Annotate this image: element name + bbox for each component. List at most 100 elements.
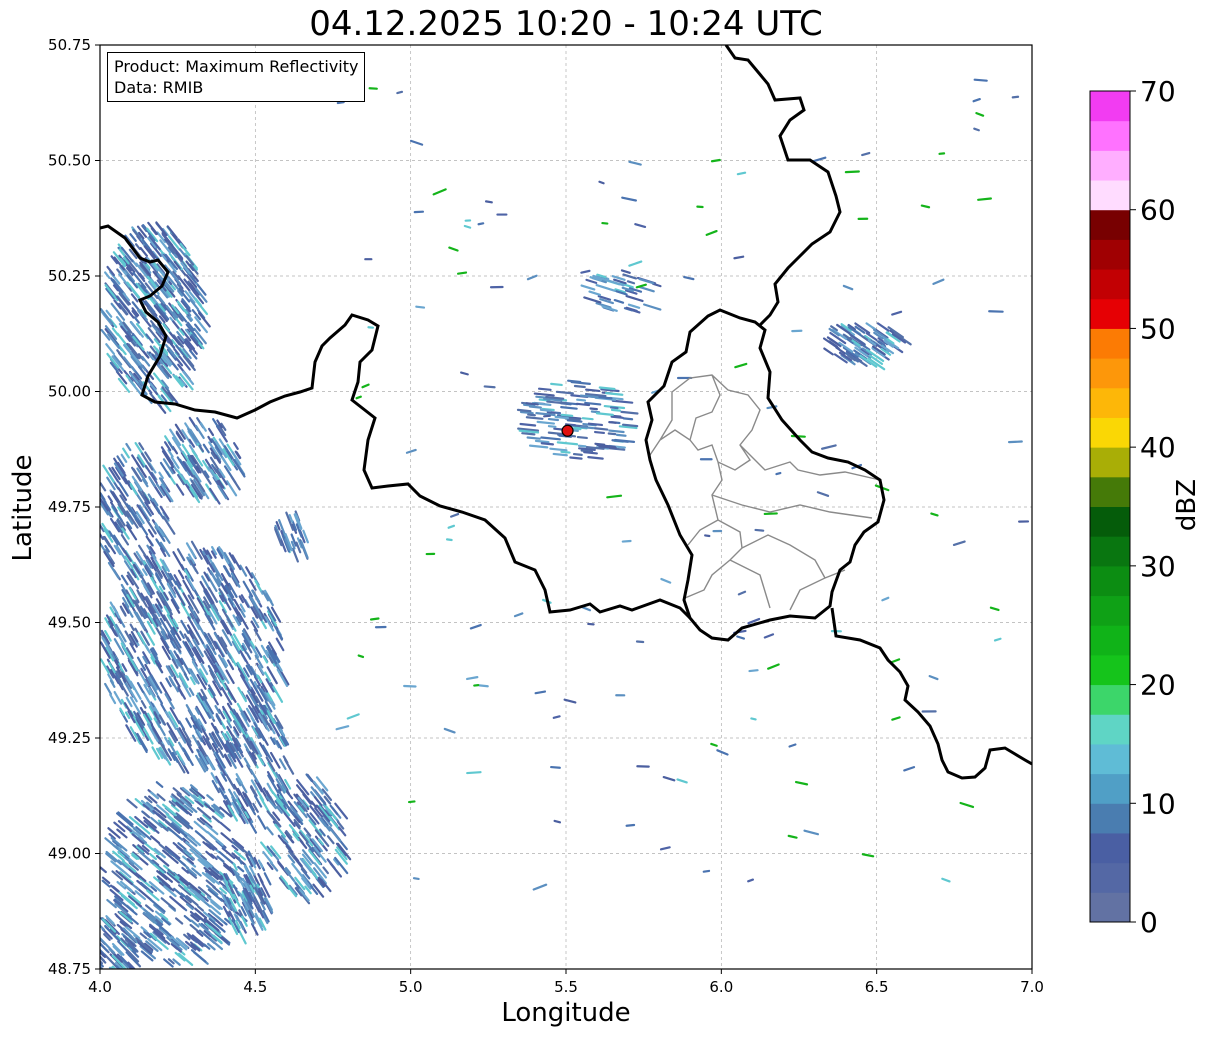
echo-streak xyxy=(114,978,127,992)
echo-streak xyxy=(540,442,555,446)
echo-streak xyxy=(775,471,782,476)
echo-streak xyxy=(577,444,587,448)
echo-streak xyxy=(477,222,485,226)
echo-streak xyxy=(583,451,598,455)
echo-streak xyxy=(754,528,765,532)
echo-streak xyxy=(593,427,609,431)
colorbar-segment xyxy=(1090,536,1130,567)
echo-streak xyxy=(594,430,606,435)
colorbar-tick-label: 50 xyxy=(1140,312,1176,345)
echo-streak xyxy=(560,406,578,410)
echo-streak xyxy=(457,271,468,275)
y-tick-label: 50.50 xyxy=(48,152,91,170)
echo-streak xyxy=(527,413,536,417)
echo-streak xyxy=(576,435,588,440)
echo-streak xyxy=(625,823,636,827)
echo-streak xyxy=(608,429,625,434)
echo-streak xyxy=(117,966,121,969)
echo-streak xyxy=(516,408,532,413)
colorbar-tick-label: 30 xyxy=(1140,550,1176,583)
x-tick-label: 5.5 xyxy=(554,978,578,996)
echo-streak xyxy=(539,408,552,412)
echo-streak xyxy=(580,425,595,430)
x-axis: 4.0 4.5 5.0 5.5 6.0 6.5 7.0 xyxy=(88,969,1044,996)
echo-streak xyxy=(590,410,601,414)
echo-streak xyxy=(573,384,586,389)
echo-streak xyxy=(587,456,604,460)
echo-streak xyxy=(733,255,745,260)
echo-streak xyxy=(598,386,616,391)
echo-streak xyxy=(615,433,627,437)
colorbar-tick-label: 70 xyxy=(1140,75,1176,108)
echo-streak xyxy=(550,382,563,387)
y-tick-label: 49.75 xyxy=(48,498,91,516)
data-source-label: Data: RMIB xyxy=(114,78,204,97)
colorbar-segment xyxy=(1090,417,1130,448)
echo-streak xyxy=(552,452,568,457)
echo-streak xyxy=(528,405,542,409)
echo-streak xyxy=(119,972,125,978)
echo-streak xyxy=(973,127,980,132)
echo-streak xyxy=(553,819,562,824)
echo-streak xyxy=(478,684,489,688)
y-tick-label: 48.75 xyxy=(48,960,91,978)
echo-streak xyxy=(622,423,639,428)
echo-streak xyxy=(552,715,561,719)
echo-streak xyxy=(415,305,426,309)
radar-figure: 04.12.2025 10:20 - 10:24 UTC 4.0 4.5 5.0 5.… xyxy=(0,0,1219,1040)
colorbar-segment xyxy=(1090,565,1130,597)
colorbar-segment xyxy=(1090,91,1130,122)
echo-streak xyxy=(704,534,711,538)
colorbar-segment xyxy=(1090,803,1130,834)
echo-streak xyxy=(114,986,123,995)
echo-streak xyxy=(608,421,617,424)
x-tick-label: 4.5 xyxy=(243,978,267,996)
echo-streak xyxy=(110,967,113,969)
echo-streak xyxy=(610,408,622,412)
echo-streak xyxy=(575,402,591,407)
echo-streak xyxy=(547,425,557,428)
colorbar-segment xyxy=(1090,328,1130,359)
echo-streak xyxy=(525,402,539,406)
echo-streak xyxy=(357,654,365,659)
echo-streak xyxy=(554,415,570,420)
y-axis-label: Latitude xyxy=(8,454,38,562)
colorbar-segment xyxy=(1090,743,1130,775)
colorbar-segment xyxy=(1090,773,1130,804)
colorbar-tick-label: 40 xyxy=(1140,431,1176,464)
colorbar-segment xyxy=(1090,862,1130,893)
echo-streak xyxy=(484,200,493,204)
colorbar-segment xyxy=(1090,892,1130,923)
colorbar-segment xyxy=(1090,506,1130,537)
echo-streak xyxy=(576,398,587,402)
echo-streak xyxy=(537,387,552,391)
colorbar-segment xyxy=(1090,447,1130,478)
colorbar-segment xyxy=(1090,387,1130,418)
colorbar-segment xyxy=(1090,150,1130,181)
colorbar-segment xyxy=(1090,358,1130,389)
map-canvas: 4.0 4.5 5.0 5.5 6.0 6.5 7.0 48.75 49.00 49.25 49.… xyxy=(48,36,1176,998)
colorbar-segment xyxy=(1090,476,1130,507)
echo-streak xyxy=(622,417,634,421)
info-box: Product: Maximum Reflectivity Data: RMIB xyxy=(107,52,366,102)
echo-streak xyxy=(1007,440,1023,444)
echo-streak xyxy=(610,415,624,419)
y-tick-label: 49.00 xyxy=(48,845,91,863)
echo-streak xyxy=(567,379,582,384)
echo-streak xyxy=(560,450,571,454)
colorbar-segment xyxy=(1090,209,1130,240)
colorbar-tick-label: 20 xyxy=(1140,669,1176,702)
colorbar-segment xyxy=(1090,595,1130,626)
echo-streak xyxy=(609,406,619,410)
colorbar-segment xyxy=(1090,298,1130,329)
echo-streak xyxy=(547,417,560,422)
colorbar-segment xyxy=(1090,239,1130,270)
echo-streak xyxy=(546,411,556,414)
echo-streak xyxy=(521,432,536,436)
y-tick-label: 50.00 xyxy=(48,383,91,401)
echo-streak xyxy=(114,986,126,998)
colorbar-segment xyxy=(1090,684,1130,715)
radar-site-marker[interactable] xyxy=(561,424,574,437)
echo-streak xyxy=(483,385,496,389)
echo-streak xyxy=(977,197,992,201)
